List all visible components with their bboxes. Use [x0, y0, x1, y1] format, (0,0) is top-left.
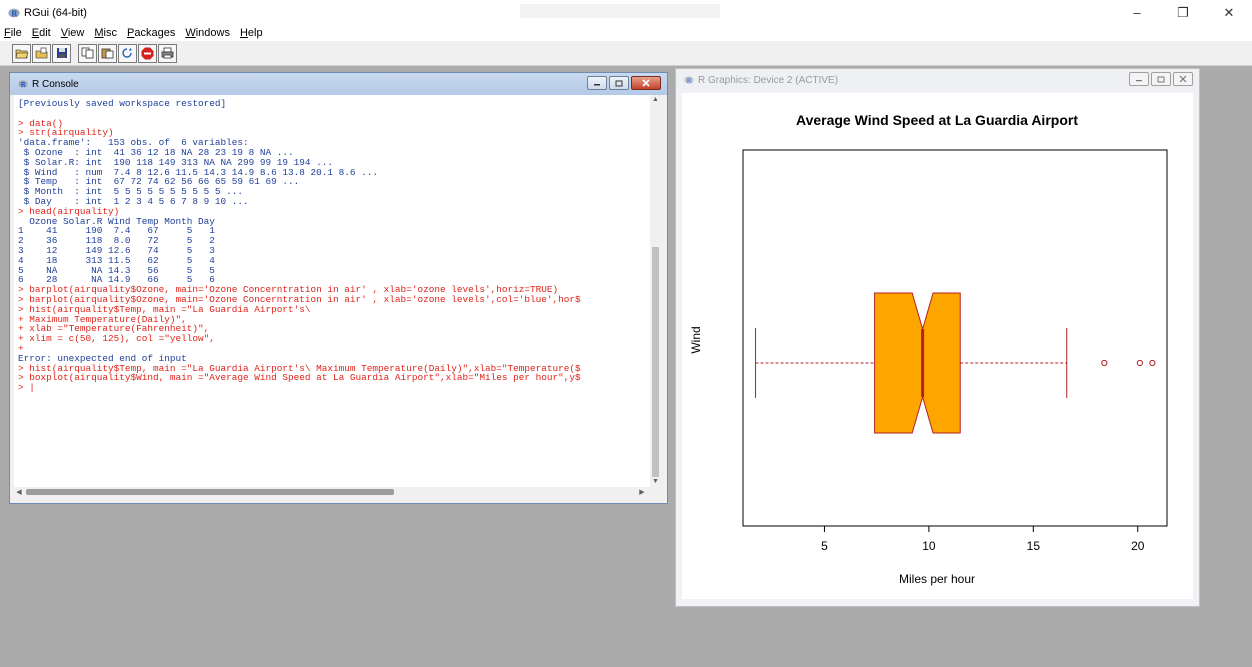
x-tick-label: 20 [1131, 539, 1145, 553]
load-workspace-icon[interactable] [32, 43, 51, 63]
console-text[interactable]: [Previously saved workspace restored] > d… [18, 99, 581, 393]
open-script-icon[interactable] [12, 43, 31, 63]
console-horizontal-scroll-thumb[interactable] [26, 489, 394, 495]
graphics-close-button[interactable] [1173, 72, 1193, 86]
console-restore-button[interactable] [609, 76, 629, 90]
console-titlebar[interactable]: R R Console [10, 73, 667, 95]
notched-box [874, 292, 961, 434]
console-minimize-button[interactable] [587, 76, 607, 90]
app-titlebar: R RGui (64-bit) – ❐ ✕ [0, 0, 1252, 25]
x-tick-label: 15 [1027, 539, 1041, 553]
copy-paste-icon[interactable] [118, 43, 137, 63]
scroll-up-icon[interactable]: ▲ [650, 95, 661, 105]
menu-edit[interactable]: Edit [27, 27, 56, 39]
r-logo-icon: R [8, 7, 20, 19]
r-logo-icon: R [18, 79, 28, 89]
chart-title: Average Wind Speed at La Guardia Airport [796, 112, 1078, 128]
r-graphics-window[interactable]: R R Graphics: Device 2 (ACTIVE) Average … [675, 68, 1200, 607]
x-axis-label: Miles per hour [899, 572, 975, 586]
x-tick-label: 5 [821, 539, 828, 553]
svg-text:R: R [21, 81, 26, 89]
console-horizontal-scrollbar[interactable]: ◀ ▶ [14, 487, 657, 498]
maximize-button[interactable]: ❐ [1160, 0, 1206, 25]
console-vertical-scroll-thumb[interactable] [652, 247, 659, 477]
minimize-button[interactable]: – [1114, 0, 1160, 25]
menu-view[interactable]: View [56, 27, 90, 39]
window-controls: – ❐ ✕ [1114, 0, 1252, 25]
menu-packages[interactable]: Packages [122, 27, 180, 39]
graphics-titlebar[interactable]: R R Graphics: Device 2 (ACTIVE) [676, 69, 1199, 91]
graphics-restore-button[interactable] [1151, 72, 1171, 86]
console-output-line: [Previously saved workspace restored] [18, 98, 227, 109]
outlier-point [1136, 359, 1143, 367]
console-output-line [18, 109, 581, 119]
x-tick-label: 10 [922, 539, 936, 553]
boxplot-chart: Average Wind Speed at La Guardia Airport… [689, 112, 1168, 586]
graphics-title: R Graphics: Device 2 (ACTIVE) [698, 74, 839, 86]
close-button[interactable]: ✕ [1206, 0, 1252, 25]
menu-file[interactable]: File [0, 27, 27, 39]
scroll-down-icon[interactable]: ▼ [650, 477, 661, 487]
titlebar-blank-area [520, 4, 720, 18]
graphics-canvas: Average Wind Speed at La Guardia Airport… [682, 93, 1193, 599]
copy-icon[interactable] [78, 43, 97, 63]
console-command-line: > boxplot(airquality$Wind, main ="Averag… [18, 372, 581, 384]
outlier-point [1101, 359, 1108, 367]
scroll-right-icon[interactable]: ▶ [637, 487, 647, 498]
y-axis-label: Wind [689, 326, 703, 353]
app-title: RGui (64-bit) [24, 6, 87, 19]
r-logo-icon: R [684, 75, 694, 85]
toolbar [0, 41, 1252, 66]
print-icon[interactable] [158, 43, 177, 63]
stop-icon[interactable] [138, 43, 157, 63]
r-console-window[interactable]: R R Console [Previously saved workspace … [9, 72, 668, 504]
paste-icon[interactable] [98, 43, 117, 63]
svg-text:R: R [11, 9, 17, 18]
console-close-button[interactable] [631, 76, 661, 90]
outlier-point [1149, 359, 1156, 367]
menu-windows[interactable]: Windows [180, 27, 235, 39]
menu-help[interactable]: Help [235, 27, 268, 39]
save-icon[interactable] [52, 43, 71, 63]
menu-bar: File Edit View Misc Packages Windows Help [0, 25, 1252, 41]
scroll-left-icon[interactable]: ◀ [14, 487, 24, 498]
console-title: R Console [32, 78, 79, 90]
svg-text:R: R [687, 77, 692, 85]
console-command-line: > | [18, 382, 35, 394]
console-vertical-scrollbar[interactable]: ▲ ▼ [650, 95, 661, 487]
graphics-minimize-button[interactable] [1129, 72, 1149, 86]
console-output[interactable]: [Previously saved workspace restored] > d… [14, 95, 657, 487]
menu-misc[interactable]: Misc [89, 27, 122, 39]
console-command-line: + xlim = c(50, 125), col ="yellow", [18, 333, 215, 345]
